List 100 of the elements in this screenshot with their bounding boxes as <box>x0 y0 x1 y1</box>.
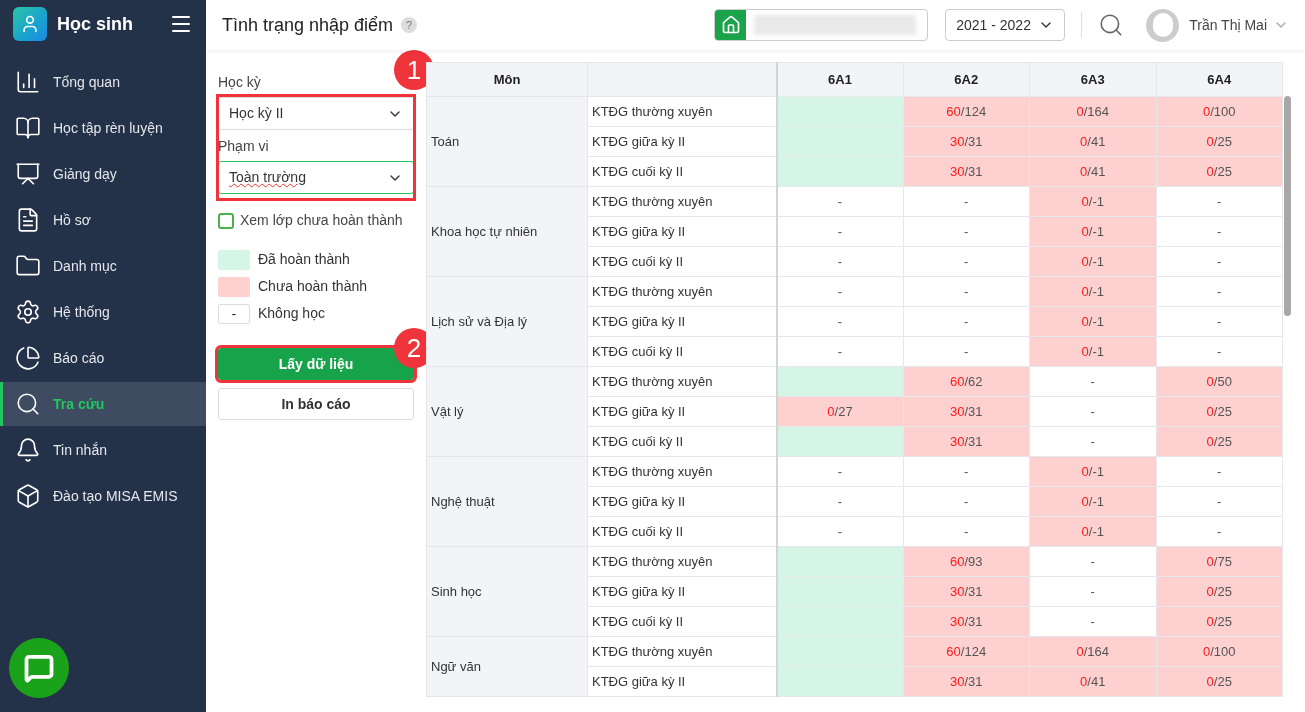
sidebar-item[interactable]: Đào tạo MISA EMIS <box>0 474 206 518</box>
subject-cell: Ngữ văn <box>426 636 588 697</box>
table-cell: 60/124 <box>903 636 1030 667</box>
sidebar-item[interactable]: Tin nhắn <box>0 428 206 472</box>
table-cell: 0/-1 <box>1029 216 1156 247</box>
sidebar-item[interactable]: Tra cứu <box>0 382 206 426</box>
table-cell: 0/41 <box>1029 126 1156 157</box>
field-label: Học kỳ <box>218 73 262 92</box>
sidebar-item[interactable]: Báo cáo <box>0 336 206 380</box>
column-header: 6A2 <box>903 62 1030 97</box>
scrollbar[interactable] <box>1284 96 1291 316</box>
table-cell: - <box>903 306 1030 337</box>
table-cell: 0/-1 <box>1029 486 1156 517</box>
test-type-cell: KTĐG cuối kỳ II <box>587 246 777 277</box>
table-cell: 0/-1 <box>1029 516 1156 547</box>
table-cell: 0/25 <box>1156 666 1283 697</box>
table-cell: 0/25 <box>1156 426 1283 457</box>
table-cell: 0/-1 <box>1029 306 1156 337</box>
table-cell: - <box>903 486 1030 517</box>
table-cell: - <box>903 216 1030 247</box>
table-cell: - <box>1156 246 1283 277</box>
cube-icon <box>15 483 41 509</box>
sidebar-item[interactable]: Danh mục <box>0 244 206 288</box>
table-cell: 60/62 <box>903 366 1030 397</box>
test-type-cell: KTĐG giữa kỳ II <box>587 216 777 247</box>
table-cell: 0/41 <box>1029 156 1156 187</box>
table-cell: - <box>776 456 903 487</box>
test-type-cell: KTĐG thường xuyên <box>587 276 777 307</box>
select-field[interactable]: Học kỳ II <box>218 97 414 130</box>
help-icon[interactable]: ? <box>401 17 418 33</box>
table-cell: 30/31 <box>903 666 1030 697</box>
table-cell: 0/25 <box>1156 576 1283 607</box>
table-cell: 0/25 <box>1156 606 1283 637</box>
table-cell: 0/41 <box>1029 666 1156 697</box>
table-cell: - <box>903 246 1030 277</box>
table-cell: - <box>1156 186 1283 217</box>
bar-chart-icon <box>15 69 41 95</box>
table-cell: 30/31 <box>903 126 1030 157</box>
column-header: 6A4 <box>1156 62 1283 97</box>
sidebar-item[interactable]: Học tập rèn luyện <box>0 106 206 150</box>
book-icon <box>15 115 41 141</box>
field-label: Phạm vi <box>218 137 270 156</box>
legend-label: Không học <box>258 304 325 323</box>
table-cell: 30/31 <box>903 606 1030 637</box>
select-field[interactable]: Toàn trường <box>218 161 414 194</box>
table-cell: - <box>776 306 903 337</box>
table-cell: - <box>1156 336 1283 367</box>
test-type-cell: KTĐG cuối kỳ II <box>587 516 777 547</box>
table-cell: - <box>1156 516 1283 547</box>
presentation-icon <box>15 161 41 187</box>
test-type-cell: KTĐG cuối kỳ II <box>587 336 777 367</box>
table-cell: - <box>903 186 1030 217</box>
school-year-dropdown[interactable]: 2021 - 2022 <box>945 9 1066 41</box>
bell-icon <box>15 437 41 463</box>
test-type-cell: KTĐG giữa kỳ II <box>587 576 777 607</box>
table-cell: 30/31 <box>903 156 1030 187</box>
table-cell: 30/31 <box>903 396 1030 427</box>
subject-cell: Nghệ thuật <box>426 456 588 547</box>
print-report-button[interactable]: In báo cáo <box>218 388 414 420</box>
chat-button[interactable] <box>9 638 69 698</box>
table-cell: - <box>776 336 903 367</box>
subject-cell: Khoa học tự nhiên <box>426 186 588 277</box>
user-name[interactable]: Trần Thị Mai <box>1189 14 1267 36</box>
table-cell: 0/75 <box>1156 546 1283 577</box>
table-cell: 0/-1 <box>1029 246 1156 277</box>
table-cell: - <box>903 516 1030 547</box>
table-cell: - <box>1156 276 1283 307</box>
legend-swatch: - <box>218 303 250 324</box>
subject-cell: Sinh học <box>426 546 588 637</box>
table-cell: - <box>1029 396 1156 427</box>
sidebar-item[interactable]: Hồ sơ <box>0 198 206 242</box>
table-cell: - <box>903 456 1030 487</box>
chat-icon <box>24 653 54 683</box>
table-cell: 0/164 <box>1029 636 1156 667</box>
school-selector[interactable] <box>714 9 929 41</box>
sidebar-item[interactable]: Giảng dạy <box>0 152 206 196</box>
test-type-cell: KTĐG giữa kỳ II <box>587 666 777 697</box>
column-header: Môn <box>426 62 588 97</box>
table-cell: - <box>776 516 903 547</box>
subject-cell: Toán <box>426 96 588 187</box>
incomplete-checkbox[interactable]: Xem lớp chưa hoàn thành <box>218 210 414 231</box>
test-type-cell: KTĐG cuối kỳ II <box>587 156 777 187</box>
test-type-cell: KTĐG cuối kỳ II <box>587 426 777 457</box>
table-cell: - <box>1156 486 1283 517</box>
table-cell: - <box>1156 306 1283 337</box>
table-cell: 0/25 <box>1156 396 1283 427</box>
test-type-cell: KTĐG thường xuyên <box>587 96 777 127</box>
subject-cell: Lịch sử và Địa lý <box>426 276 588 367</box>
sidebar-item[interactable]: Tổng quan <box>0 60 206 104</box>
table-cell: 0/-1 <box>1029 336 1156 367</box>
test-type-cell: KTĐG giữa kỳ II <box>587 306 777 337</box>
table-cell: - <box>776 246 903 277</box>
table-cell: - <box>776 486 903 517</box>
table-cell: - <box>903 336 1030 367</box>
app-name: Học sinh <box>57 12 134 36</box>
table-cell: 30/31 <box>903 426 1030 457</box>
table-cell: 0/25 <box>1156 126 1283 157</box>
test-type-cell: KTĐG thường xuyên <box>587 546 777 577</box>
sidebar-item[interactable]: Hệ thống <box>0 290 206 334</box>
table-cell: - <box>1029 366 1156 397</box>
